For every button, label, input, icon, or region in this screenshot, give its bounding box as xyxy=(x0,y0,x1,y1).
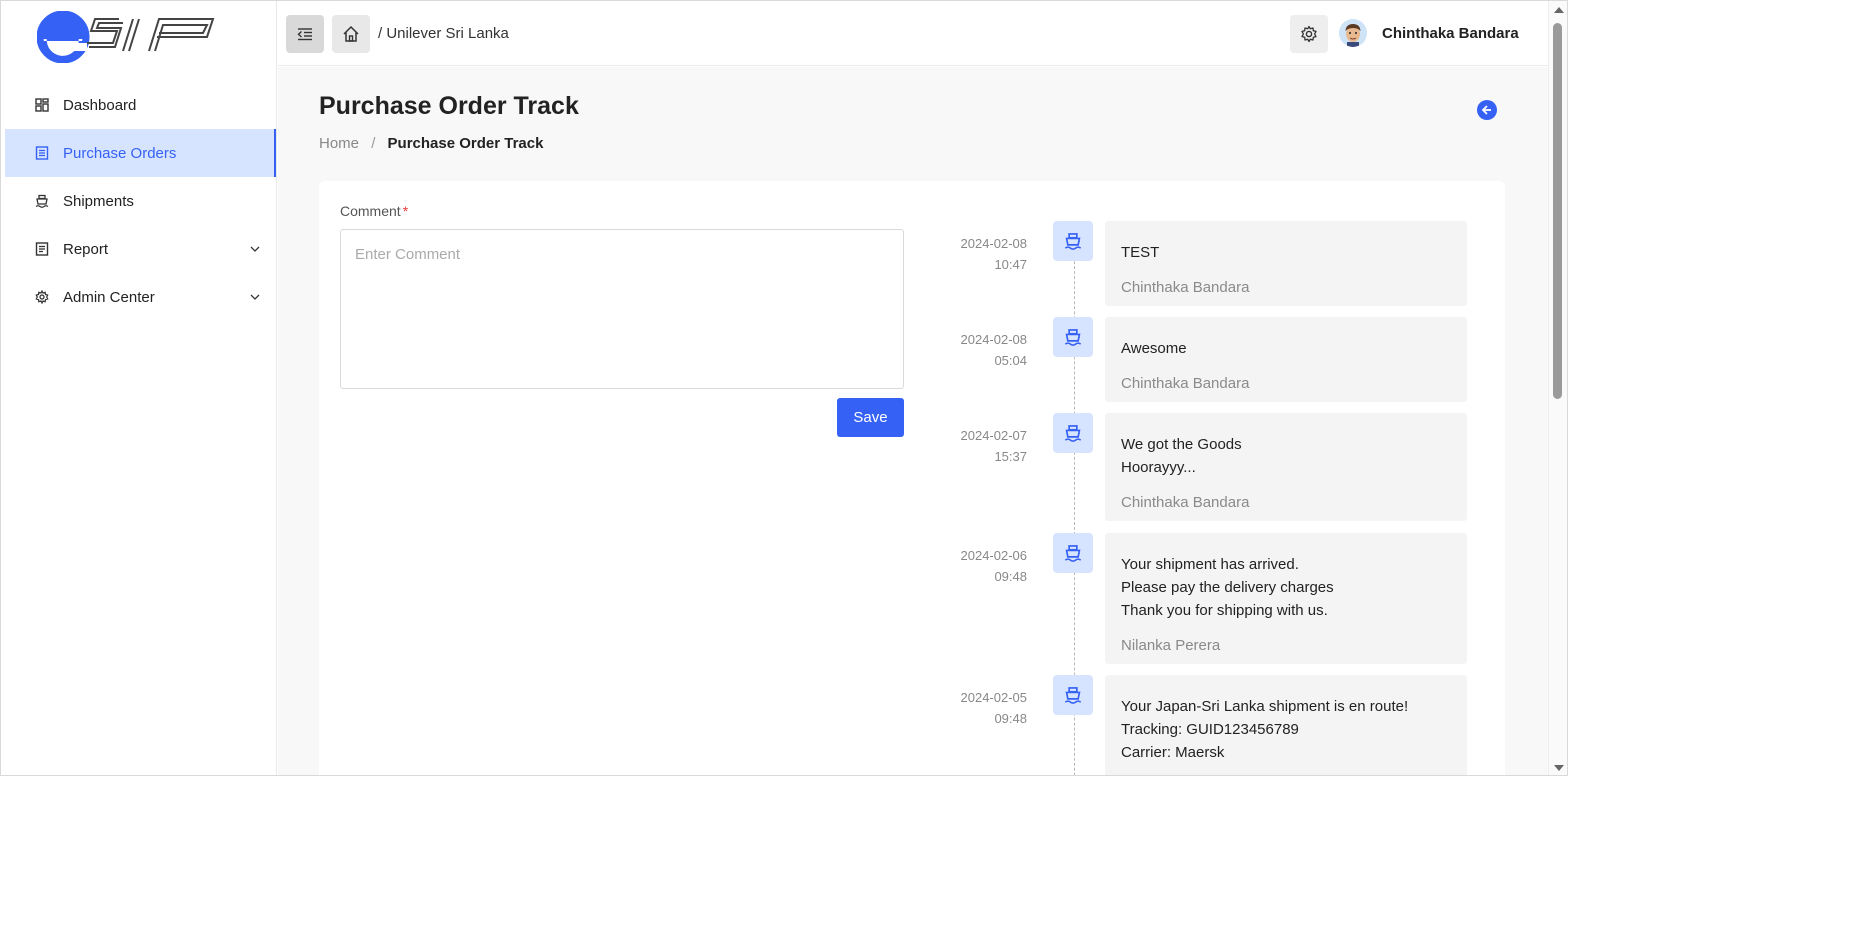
timeline-marker xyxy=(1053,533,1093,573)
top-bar: / Unilever Sri Lanka Chinthaka Bandara xyxy=(278,1,1548,66)
sidebar-item-report[interactable]: Report xyxy=(5,225,276,273)
document-icon xyxy=(35,146,49,160)
timeline-date-day: 2024-02-07 xyxy=(960,428,1028,443)
menu-toggle-button[interactable] xyxy=(286,15,324,53)
sidebar-item-admin-center[interactable]: Admin Center xyxy=(5,273,276,321)
sidebar-item-label: Shipments xyxy=(63,192,134,210)
required-mark: * xyxy=(402,203,409,219)
dashboard-icon xyxy=(35,98,49,112)
timeline-comment-card: We got the Goods Hoorayyy... Chinthaka B… xyxy=(1105,413,1467,521)
timeline-author: Chinthaka Bandara xyxy=(1121,494,1250,511)
breadcrumb-home[interactable]: Home xyxy=(319,135,359,152)
timeline-message: TEST xyxy=(1121,244,1160,261)
settings-button[interactable] xyxy=(1290,15,1328,53)
timeline-comment-card: TEST Chinthaka Bandara xyxy=(1105,221,1467,306)
back-button[interactable] xyxy=(1477,100,1497,120)
gear-icon xyxy=(35,290,49,304)
sidebar-item-purchase-orders[interactable]: Purchase Orders xyxy=(5,129,276,177)
timeline-marker xyxy=(1053,317,1093,357)
comment-label-text: Comment xyxy=(340,203,401,219)
gear-icon xyxy=(1301,25,1317,43)
ship-icon xyxy=(35,194,49,208)
timeline-marker xyxy=(1053,413,1093,453)
home-button[interactable] xyxy=(332,15,370,53)
menu-fold-icon xyxy=(297,28,312,41)
ship-icon xyxy=(1064,425,1082,442)
timeline-date: 2024-02-05 09:48 xyxy=(919,687,1028,729)
ship-icon xyxy=(1064,329,1082,346)
timeline-date: 2024-02-07 15:37 xyxy=(919,425,1028,467)
timeline-message: We got the Goods Hoorayyy... xyxy=(1121,436,1242,476)
breadcrumb: Home / Purchase Order Track xyxy=(319,135,543,152)
timeline-date: 2024-02-06 09:48 xyxy=(919,545,1028,587)
timeline-message: Your Japan-Sri Lanka shipment is en rout… xyxy=(1121,698,1409,761)
sidebar-item-shipments[interactable]: Shipments xyxy=(5,177,276,225)
user-name[interactable]: Chinthaka Bandara xyxy=(1382,25,1519,42)
chevron-down-icon xyxy=(250,294,260,300)
timeline-date: 2024-02-08 10:47 xyxy=(919,233,1028,275)
sidebar-item-label: Admin Center xyxy=(63,288,155,306)
sidebar-item-label: Purchase Orders xyxy=(63,144,177,162)
sidebar-item-dashboard[interactable]: Dashboard xyxy=(5,81,276,129)
ship-icon xyxy=(1064,545,1082,562)
avatar-image xyxy=(1339,19,1367,47)
timeline-author: Nilanka Perera xyxy=(1121,637,1221,654)
app-window: Dashboard Purchase Orders Shipments Repo… xyxy=(0,0,1568,776)
timeline-comment-card: Your Japan-Sri Lanka shipment is en rout… xyxy=(1105,675,1467,775)
save-button[interactable]: Save xyxy=(837,398,904,437)
timeline-comment-card: Your shipment has arrived. Please pay th… xyxy=(1105,533,1467,664)
timeline-date-day: 2024-02-08 xyxy=(960,236,1028,251)
track-card: Comment* Save 2024-02-08 10:47 xyxy=(319,181,1505,775)
ship-icon xyxy=(1064,687,1082,704)
timeline-date-time: 09:48 xyxy=(994,569,1027,584)
comment-input[interactable] xyxy=(340,229,904,389)
home-icon xyxy=(343,25,359,42)
organization-breadcrumb[interactable]: / Unilever Sri Lanka xyxy=(378,25,509,42)
sidebar-nav: Dashboard Purchase Orders Shipments Repo… xyxy=(5,81,276,321)
page-title: Purchase Order Track xyxy=(319,92,579,120)
main-content: Purchase Order Track Home / Purchase Ord… xyxy=(278,67,1548,775)
timeline-author: Chinthaka Bandara xyxy=(1121,279,1250,296)
report-icon xyxy=(35,242,49,256)
timeline-date-day: 2024-02-08 xyxy=(960,332,1028,347)
esip-logo xyxy=(37,11,215,63)
timeline-date-day: 2024-02-06 xyxy=(960,548,1028,563)
timeline-comment-card: Awesome Chinthaka Bandara xyxy=(1105,317,1467,402)
sidebar-item-label: Report xyxy=(63,240,109,258)
timeline-date: 2024-02-08 05:04 xyxy=(919,329,1028,371)
timeline-marker xyxy=(1053,675,1093,715)
arrow-left-icon xyxy=(1481,105,1491,115)
timeline-marker xyxy=(1053,221,1093,261)
ship-icon xyxy=(1064,233,1082,250)
timeline-date-time: 10:47 xyxy=(994,257,1027,272)
sidebar-item-label: Dashboard xyxy=(63,96,137,114)
timeline-date-day: 2024-02-05 xyxy=(960,690,1028,705)
vertical-scrollbar[interactable] xyxy=(1548,1,1567,775)
breadcrumb-separator: / xyxy=(371,135,376,152)
timeline-date-time: 09:48 xyxy=(994,711,1027,726)
timeline-message: Your shipment has arrived. Please pay th… xyxy=(1121,556,1334,619)
sidebar: Dashboard Purchase Orders Shipments Repo… xyxy=(1,1,277,775)
avatar[interactable] xyxy=(1339,19,1367,47)
breadcrumb-current: Purchase Order Track xyxy=(387,135,544,152)
scroll-down-arrow[interactable] xyxy=(1554,765,1564,771)
timeline-author: Chinthaka Bandara xyxy=(1121,375,1250,392)
timeline-message: Awesome xyxy=(1121,340,1187,357)
comment-label: Comment * xyxy=(340,203,408,219)
scrollbar-thumb[interactable] xyxy=(1553,23,1562,399)
timeline-date-time: 05:04 xyxy=(994,353,1027,368)
chevron-down-icon xyxy=(250,246,260,252)
scroll-up-arrow[interactable] xyxy=(1554,7,1564,13)
timeline-date-time: 15:37 xyxy=(994,449,1027,464)
